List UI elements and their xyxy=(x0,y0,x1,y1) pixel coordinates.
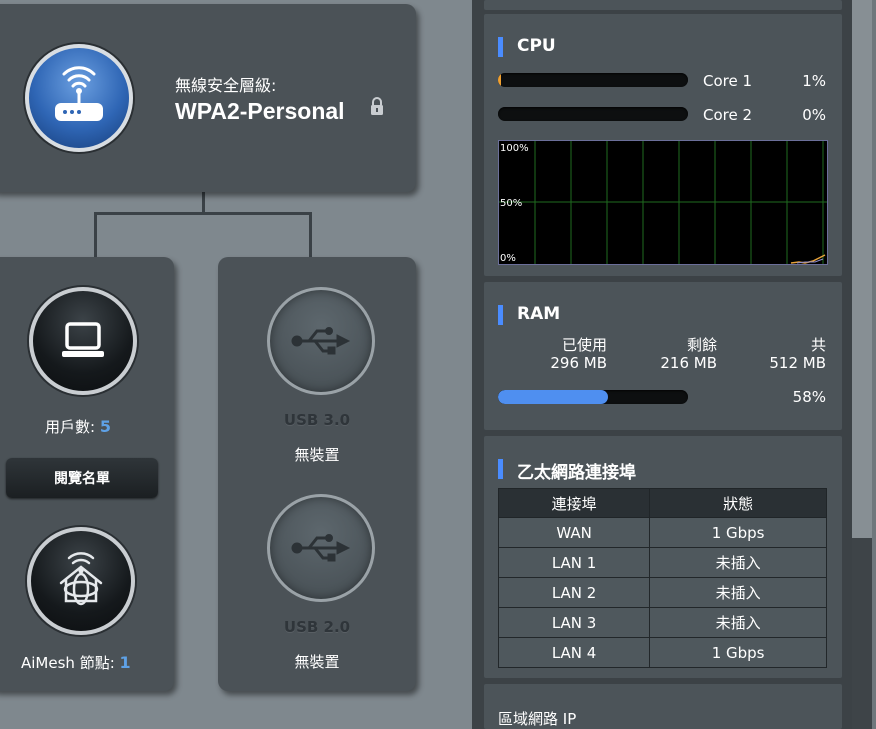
view-client-list-button[interactable]: 閱覽名單 xyxy=(6,458,158,498)
graph-label-100: 100% xyxy=(500,143,529,154)
ram-free-label: 剩餘 xyxy=(686,336,717,354)
lock-icon xyxy=(369,96,385,120)
table-row: LAN 4 1 Gbps xyxy=(497,637,827,668)
port-name: LAN 3 xyxy=(497,607,651,638)
router-icon[interactable] xyxy=(25,44,133,152)
aimesh-label: AiMesh 節點: xyxy=(21,654,115,672)
graph-label-50: 50% xyxy=(500,198,523,209)
ram-percent: 58% xyxy=(792,388,826,406)
ram-panel: RAM 已使用 296 MB 剩餘 216 MB 共 512 MB 58% xyxy=(484,282,842,430)
connector-line xyxy=(202,192,205,214)
scrollbar-lower xyxy=(852,538,872,729)
aimesh-icon[interactable] xyxy=(27,527,135,635)
table-row: LAN 2 未插入 xyxy=(497,577,827,608)
table-header-port: 連接埠 xyxy=(497,488,651,518)
ethernet-ports-table: 連接埠 狀態 WAN 1 Gbps LAN 1 未插入 LAN 2 未插入 LA… xyxy=(497,488,827,668)
connector-line xyxy=(94,212,312,215)
core2-bar xyxy=(498,107,688,121)
clients-count[interactable]: 5 xyxy=(100,417,111,436)
security-level-value: WPA2-Personal xyxy=(175,98,345,124)
core2-usage: 0% xyxy=(802,106,826,124)
table-row: LAN 1 未插入 xyxy=(497,547,827,578)
port-name: WAN xyxy=(497,517,651,548)
usb-3-icon[interactable] xyxy=(267,287,375,395)
clients-icon[interactable] xyxy=(29,287,137,395)
core1-bar xyxy=(498,73,688,87)
core1-label: Core 1 xyxy=(703,72,753,90)
cpu-usage-graph: 100% 50% 0% xyxy=(498,140,828,265)
security-level-label: 無線安全層級: xyxy=(175,76,277,95)
aimesh-count[interactable]: 1 xyxy=(120,653,131,672)
port-status: 1 Gbps xyxy=(649,517,827,548)
previous-panel-bottom xyxy=(484,0,842,10)
table-row: WAN 1 Gbps xyxy=(497,517,827,548)
usb-3-status: 無裝置 xyxy=(294,446,340,464)
table-header-status: 狀態 xyxy=(649,488,827,518)
usb-2-status: 無裝置 xyxy=(294,653,340,671)
port-name: LAN 2 xyxy=(497,577,651,608)
usb-3-title: USB 3.0 xyxy=(283,411,351,429)
usb-2-title: USB 2.0 xyxy=(283,618,351,636)
cpu-panel: CPU Core 1 1% Core 2 0% 100% 50% 0% xyxy=(484,14,842,276)
aimesh-node-text: AiMesh 節點: 1 xyxy=(21,652,131,673)
ram-total-value: 512 MB xyxy=(769,354,826,372)
ram-used-label: 已使用 xyxy=(561,336,607,354)
core1-bar-fill xyxy=(498,73,501,87)
ram-title: RAM xyxy=(498,304,560,325)
port-status: 1 Gbps xyxy=(649,637,827,668)
core1-usage: 1% xyxy=(802,72,826,90)
connector-line xyxy=(309,212,312,257)
ram-total-label: 共 xyxy=(810,336,826,354)
clients-count-text: 用戶數: 5 xyxy=(45,416,111,437)
port-name: LAN 4 xyxy=(497,637,651,668)
connector-line xyxy=(94,212,97,257)
ram-free-value: 216 MB xyxy=(660,354,717,372)
lan-ip-panel: 區域網路 IP xyxy=(484,684,842,729)
port-status: 未插入 xyxy=(649,547,827,578)
lan-ip-label: 區域網路 IP xyxy=(498,710,577,728)
port-status: 未插入 xyxy=(649,577,827,608)
ram-usage-bar-fill xyxy=(498,390,609,404)
port-name: LAN 1 xyxy=(497,547,651,578)
core2-label: Core 2 xyxy=(703,106,753,124)
port-status: 未插入 xyxy=(649,607,827,638)
usb-2-icon[interactable] xyxy=(267,494,375,602)
ram-usage-bar xyxy=(498,390,688,404)
cpu-title: CPU xyxy=(498,36,556,57)
ethernet-panel: 乙太網路連接埠 連接埠 狀態 WAN 1 Gbps LAN 1 未插入 LAN … xyxy=(484,436,842,678)
table-row: LAN 3 未插入 xyxy=(497,607,827,638)
clients-label: 用戶數: xyxy=(45,418,96,436)
ram-used-value: 296 MB xyxy=(550,354,607,372)
graph-label-0: 0% xyxy=(500,253,516,264)
ethernet-title: 乙太網路連接埠 xyxy=(498,458,636,483)
scrollbar-thumb[interactable] xyxy=(852,0,872,538)
